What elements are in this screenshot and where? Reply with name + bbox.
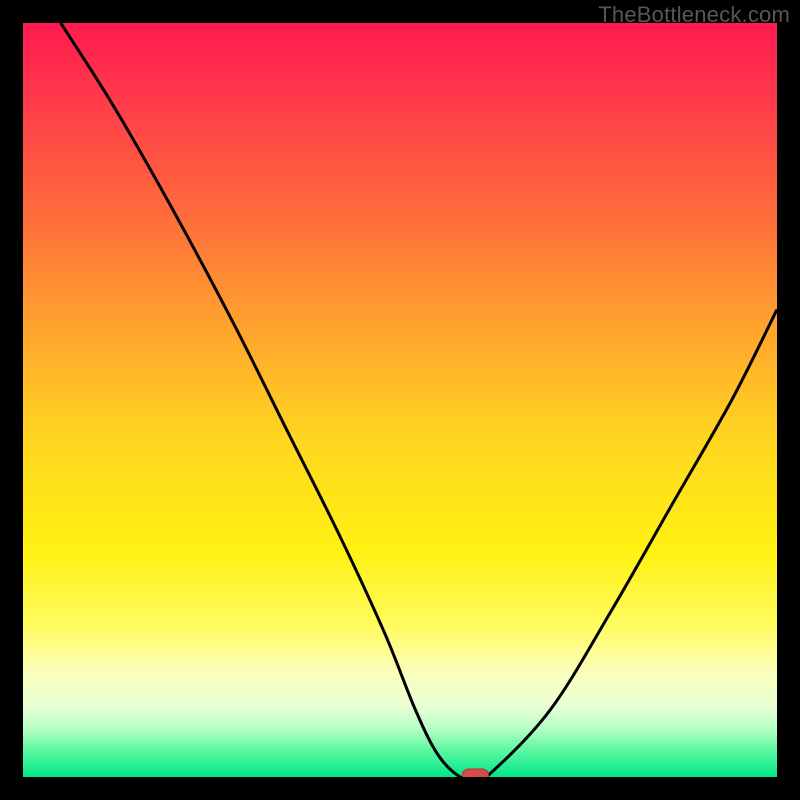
bottleneck-chart	[23, 23, 777, 777]
chart-stage: TheBottleneck.com	[0, 0, 800, 800]
optimal-marker	[462, 769, 488, 777]
plot-area	[23, 23, 777, 777]
gradient-background	[23, 23, 777, 777]
watermark-text: TheBottleneck.com	[598, 2, 790, 28]
